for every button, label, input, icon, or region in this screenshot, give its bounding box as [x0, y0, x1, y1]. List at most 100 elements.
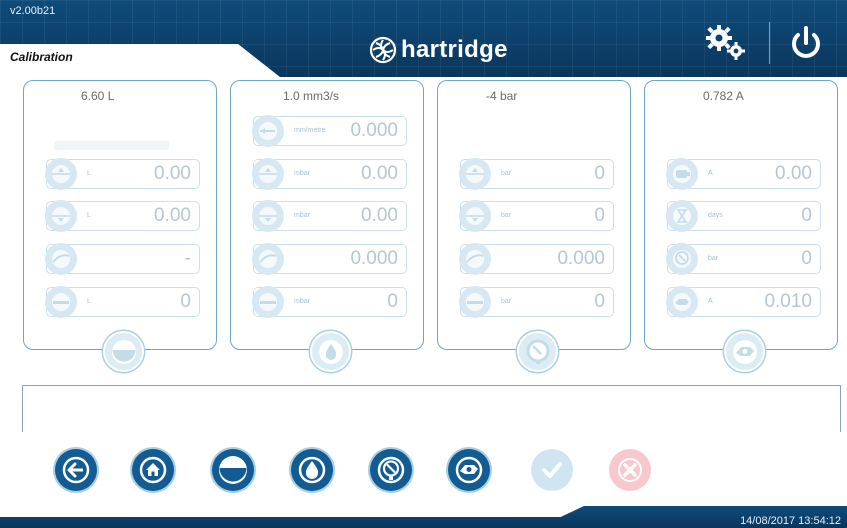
unit-label: bar [501, 170, 512, 177]
settings-gears-icon [706, 25, 745, 60]
reading-row[interactable]: mbar 0 [252, 286, 407, 318]
faded-label [54, 141, 169, 150]
pressure-down-icon [459, 200, 491, 232]
droplet-icon [310, 331, 351, 372]
panel-title: 0.782 A [703, 89, 744, 103]
reading-value: 0.00 [361, 163, 398, 184]
home-button[interactable] [132, 449, 174, 491]
check-icon [542, 462, 562, 478]
fluid-panel: 1.0 mm3/s mm/metre 0.000 mbar 0.00 mbar … [230, 80, 424, 372]
unit-label: mm/metre [294, 127, 326, 134]
reading-row[interactable]: mbar 0.00 [252, 200, 407, 232]
reading-row[interactable]: bar 0 [666, 243, 821, 275]
footer-white-band [0, 506, 584, 517]
arrow-left-icon [62, 456, 90, 484]
reading-row[interactable]: bar 0 [459, 200, 614, 232]
reading-value: - [184, 248, 191, 269]
pressure-gauge-icon [666, 243, 698, 275]
confirm-button[interactable] [531, 449, 573, 491]
power-button[interactable] [786, 22, 826, 64]
reading-row[interactable]: mbar 0.00 [252, 158, 407, 190]
reading-value: 0.00 [775, 163, 812, 184]
reading-row[interactable]: L 0.00 [45, 200, 200, 232]
reading-row[interactable]: A 0.010 [666, 286, 821, 318]
level-icon [45, 286, 77, 318]
unit-label: bar [708, 255, 719, 262]
tank-level-icon [219, 456, 247, 484]
pump-motor-icon [455, 456, 483, 484]
app-header: v2.00b21 Calibration hartridge [0, 0, 847, 77]
level-icon [459, 286, 491, 318]
settings-button[interactable] [703, 23, 749, 63]
unit-label: bar [501, 212, 512, 219]
timestamp: 14/08/2017 13:54:12 [740, 515, 841, 527]
pressure-down-icon [252, 200, 284, 232]
tank-level-icon [103, 331, 144, 372]
unit-label: A [708, 298, 713, 305]
reading-row[interactable]: A 0.00 [666, 158, 821, 190]
reading-row[interactable]: 0.000 [252, 243, 407, 275]
pump-button[interactable] [448, 449, 490, 491]
unit-label: L [87, 170, 91, 177]
power-icon [792, 26, 820, 58]
pressure-panel: -4 bar bar 0 bar 0 0.000 bar 0 [437, 80, 631, 372]
reading-value: 0.010 [764, 291, 812, 312]
hourglass-icon [666, 200, 698, 232]
reading-value: 0.000 [350, 248, 398, 269]
unit-label: L [87, 212, 91, 219]
unit-label: days [708, 212, 723, 219]
pump-icon [666, 286, 698, 318]
fill-down-icon [45, 200, 77, 232]
reading-value: 0.000 [557, 248, 605, 269]
brand-logo: hartridge [369, 36, 508, 64]
pressure-button[interactable] [370, 449, 412, 491]
reading-row[interactable]: bar 0 [459, 286, 614, 318]
fill-up-icon [45, 158, 77, 190]
pump-motor-icon [724, 331, 765, 372]
reading-row[interactable]: mm/metre 0.000 [252, 115, 407, 147]
home-icon [139, 456, 167, 484]
pressure-gauge-icon [377, 456, 405, 484]
cancel-button[interactable] [609, 449, 651, 491]
reading-value: 0 [594, 205, 605, 226]
reading-row[interactable]: 0.000 [459, 243, 614, 275]
tank-panel: 6.60 L L 0.00 L 0.00 - L 0 [23, 80, 217, 372]
logo-text: hartridge [401, 36, 508, 63]
tank-icon [45, 243, 77, 275]
unit-label: mbar [294, 212, 310, 219]
reading-value: 0.000 [350, 120, 398, 141]
reading-value: 0.00 [154, 163, 191, 184]
reading-row[interactable]: L 0 [45, 286, 200, 318]
status-footer: 14/08/2017 13:54:12 [0, 506, 847, 528]
reading-row[interactable]: days 0 [666, 200, 821, 232]
motor-icon [666, 158, 698, 190]
reading-row[interactable]: - [45, 243, 200, 275]
back-button[interactable] [55, 449, 97, 491]
pressure-up-icon [459, 158, 491, 190]
unit-label: mbar [294, 298, 310, 305]
reading-value: 0 [594, 291, 605, 312]
reading-value: 0 [801, 205, 812, 226]
gauge-icon [252, 243, 284, 275]
flow-icon [252, 115, 284, 147]
gauge-icon [459, 243, 491, 275]
reading-row[interactable]: bar 0 [459, 158, 614, 190]
droplet-icon [298, 456, 326, 484]
unit-label: bar [501, 298, 512, 305]
level-icon [252, 286, 284, 318]
reading-value: 0.00 [361, 205, 398, 226]
reading-value: 0 [594, 163, 605, 184]
reading-value: 0.00 [154, 205, 191, 226]
version-label: v2.00b21 [10, 5, 56, 17]
reading-row[interactable]: L 0.00 [45, 158, 200, 190]
unit-label: mbar [294, 170, 310, 177]
screen-title: Calibration [10, 50, 73, 64]
message-box [22, 385, 841, 432]
reading-value: 0 [387, 291, 398, 312]
fluid-button[interactable] [291, 449, 333, 491]
tank-button[interactable] [212, 449, 254, 491]
close-icon [618, 458, 642, 482]
header-divider [769, 22, 770, 64]
pressure-up-icon [252, 158, 284, 190]
snowflake-logo-icon [369, 36, 397, 64]
